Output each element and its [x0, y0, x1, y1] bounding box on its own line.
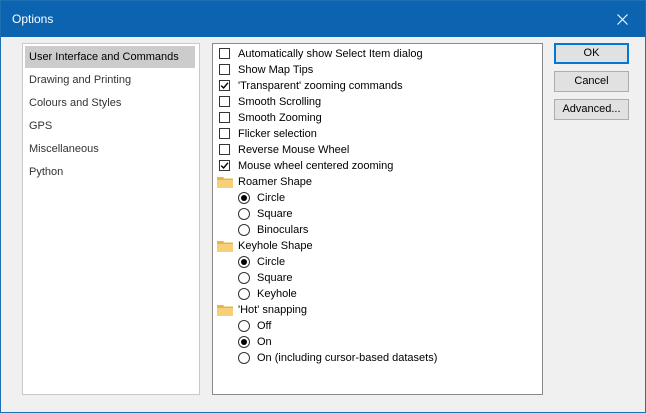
checkbox[interactable]: [219, 64, 230, 75]
option-label: Show Map Tips: [238, 64, 314, 76]
checkbox-checked[interactable]: [219, 80, 230, 91]
title-bar: Options: [1, 1, 645, 37]
group-label: Roamer Shape: [238, 176, 312, 188]
folder-icon: [217, 305, 233, 316]
options-dialog: Options User Interface and Commands Draw…: [0, 0, 646, 413]
radio-selected[interactable]: [238, 336, 250, 348]
checkbox-checked[interactable]: [219, 160, 230, 171]
radio-label: Off: [257, 320, 272, 332]
cancel-button[interactable]: Cancel: [554, 71, 629, 92]
category-gps[interactable]: GPS: [25, 115, 195, 137]
category-colours-styles[interactable]: Colours and Styles: [25, 92, 195, 114]
group-label: 'Hot' snapping: [238, 304, 308, 316]
radio-label: Circle: [257, 256, 286, 268]
checkbox[interactable]: [219, 128, 230, 139]
folder-icon: [217, 177, 233, 188]
radio[interactable]: [238, 224, 250, 236]
radio-label: Keyhole: [257, 288, 297, 300]
option-label: Automatically show Select Item dialog: [238, 48, 423, 60]
option-label: Flicker selection: [238, 128, 317, 140]
radio[interactable]: [238, 320, 250, 332]
category-list: User Interface and Commands Drawing and …: [22, 43, 200, 395]
checkmark-icon: [220, 82, 229, 90]
window-title: Options: [12, 12, 54, 26]
radio-label: Binoculars: [257, 224, 309, 236]
close-icon: [616, 13, 628, 25]
checkmark-icon: [220, 162, 229, 170]
radio[interactable]: [238, 272, 250, 284]
category-user-interface[interactable]: User Interface and Commands: [25, 46, 195, 68]
checkbox[interactable]: [219, 144, 230, 155]
radio-label: On (including cursor-based datasets): [257, 352, 438, 364]
option-label: Smooth Scrolling: [238, 96, 322, 108]
category-miscellaneous[interactable]: Miscellaneous: [25, 138, 195, 160]
option-label: Reverse Mouse Wheel: [238, 144, 350, 156]
radio-selected[interactable]: [238, 256, 250, 268]
radio[interactable]: [238, 208, 250, 220]
category-python[interactable]: Python: [25, 161, 195, 183]
radio-label: Circle: [257, 192, 286, 204]
advanced-button[interactable]: Advanced...: [554, 99, 629, 120]
option-label: 'Transparent' zooming commands: [238, 80, 403, 92]
radio-label: Square: [257, 272, 293, 284]
checkbox[interactable]: [219, 112, 230, 123]
category-drawing-printing[interactable]: Drawing and Printing: [25, 69, 195, 91]
option-label: Mouse wheel centered zooming: [238, 160, 394, 172]
radio-selected[interactable]: [238, 192, 250, 204]
close-button[interactable]: [599, 1, 645, 37]
checkbox[interactable]: [219, 48, 230, 59]
checkbox[interactable]: [219, 96, 230, 107]
radio[interactable]: [238, 288, 250, 300]
option-label: Smooth Zooming: [238, 112, 322, 124]
ok-button[interactable]: OK: [554, 43, 629, 64]
radio[interactable]: [238, 352, 250, 364]
folder-icon: [217, 241, 233, 252]
radio-label: Square: [257, 208, 293, 220]
options-panel: Automatically show Select Item dialog Sh…: [212, 43, 543, 395]
radio-label: On: [257, 336, 272, 348]
group-label: Keyhole Shape: [238, 240, 313, 252]
